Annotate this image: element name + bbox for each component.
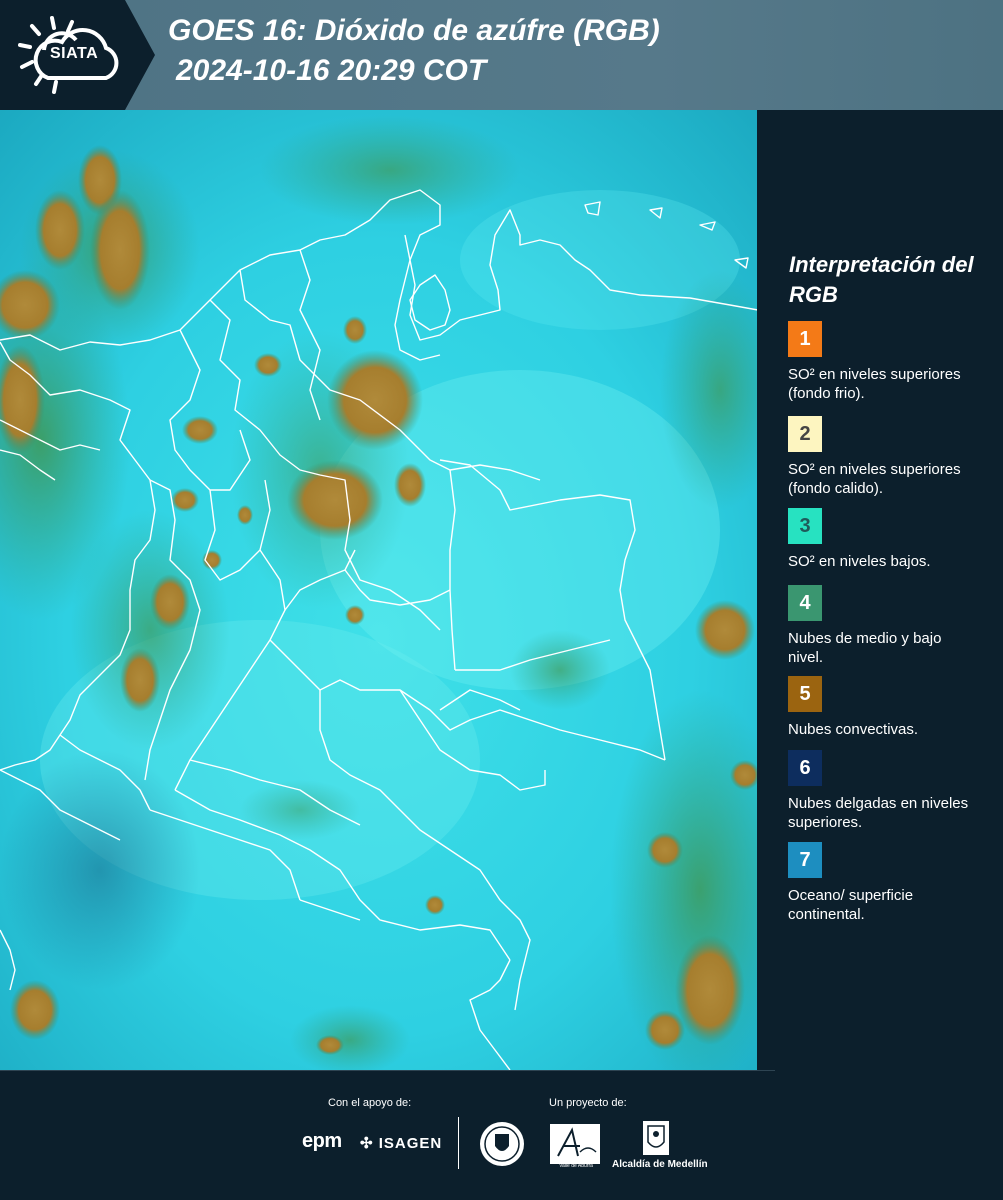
legend-swatch-4: 4 (788, 585, 822, 621)
isagen-mark-icon: ✣ (360, 1135, 374, 1152)
legend-item-2: 2 SO² en niveles superiores (fondo calid… (788, 416, 988, 498)
legend-panel: Interpretación del RGB 1 SO² en niveles … (758, 110, 1003, 1070)
header: SIATA GOES 16: Dióxido de azúfre (RGB) 2… (0, 0, 1003, 110)
area-metropolitana-text: METROPOLITANA Valle de Aburrá (554, 1157, 598, 1169)
legend-label-1: SO² en niveles superiores (fondo frio). (788, 366, 961, 402)
support-label: Con el apoyo de: (328, 1097, 412, 1109)
legend-label-4: Nubes de medio y bajo nivel. (788, 630, 942, 666)
legend-item-4: 4 Nubes de medio y bajo nivel. (788, 585, 988, 667)
timestamp: 2024-10-16 20:29 COT (176, 54, 487, 87)
legend-swatch-2: 2 (788, 416, 822, 452)
alcaldia-text: Alcaldía de Medellín (612, 1159, 708, 1170)
isagen-logo: ✣ ISAGEN (360, 1134, 442, 1152)
legend-label-3: SO² en niveles bajos. (788, 553, 931, 570)
legend-item-1: 1 SO² en niveles superiores (fondo frio)… (788, 321, 988, 403)
legend-swatch-5: 5 (788, 676, 822, 712)
legend-swatch-1: 1 (788, 321, 822, 357)
legend-swatch-7: 7 (788, 842, 822, 878)
isagen-text: ISAGEN (378, 1135, 443, 1152)
footer: Con el apoyo de: Un proyecto de: epm ✣ I… (0, 1070, 1003, 1200)
footer-vertical-divider (458, 1117, 459, 1169)
legend-swatch-3: 3 (788, 508, 822, 544)
legend-label-7: Oceano/ superficie continental. (788, 887, 914, 923)
legend-label-2: SO² en niveles superiores (fondo calido)… (788, 461, 961, 497)
page-title: GOES 16: Dióxido de azúfre (RGB) (168, 14, 660, 47)
satellite-map[interactable] (0, 110, 758, 1070)
legend-item-7: 7 Oceano/ superficie continental. (788, 842, 988, 924)
legend-label-6: Nubes delgadas en niveles superiores. (788, 795, 969, 831)
legend-item-3: 3 SO² en niveles bajos. (788, 508, 988, 571)
legend-label-5: Nubes convectivas. (788, 721, 919, 738)
legend-item-6: 6 Nubes delgadas en niveles superiores. (788, 750, 988, 832)
medellin-seal-icon (480, 1122, 524, 1166)
project-label: Un proyecto de: (549, 1097, 627, 1109)
legend-item-5: 5 Nubes convectivas. (788, 676, 988, 739)
logo-text: SIATA (50, 45, 99, 62)
epm-logo: epm (302, 1130, 342, 1152)
satellite-image (0, 110, 758, 1070)
footer-divider (0, 1070, 775, 1071)
legend-swatch-6: 6 (788, 750, 822, 786)
alcaldia-shield-icon (643, 1121, 669, 1155)
legend-title: Interpretación del RGB (789, 252, 974, 307)
